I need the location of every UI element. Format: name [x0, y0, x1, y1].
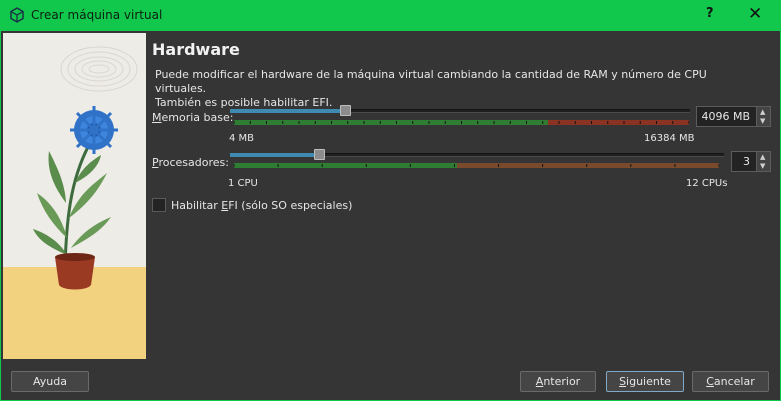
- processors-spin-arrows[interactable]: ▲ ▼: [756, 152, 770, 171]
- plant-illustration: [3, 33, 146, 359]
- page-description: Puede modificar el hardware de la máquin…: [155, 68, 735, 110]
- memory-min-label: 4 MB: [229, 133, 255, 144]
- processors-value[interactable]: 3: [743, 155, 750, 168]
- memory-value[interactable]: 4096 MB: [701, 110, 750, 123]
- range-segment: [547, 120, 689, 125]
- virtualbox-icon: [10, 7, 24, 23]
- back-button[interactable]: Anterior: [520, 371, 596, 392]
- cancel-button[interactable]: Cancelar: [692, 371, 769, 392]
- memory-slider-handle[interactable]: [340, 105, 351, 116]
- processors-spinbox[interactable]: 3 ▲ ▼: [731, 151, 771, 172]
- processors-range-bar: [234, 163, 719, 168]
- memory-spin-arrows[interactable]: ▲ ▼: [756, 107, 770, 126]
- next-button[interactable]: Siguiente: [606, 371, 684, 392]
- description-line-2: También es posible habilitar EFI.: [155, 96, 333, 109]
- memory-max-label: 16384 MB: [644, 133, 695, 144]
- page-title: Hardware: [152, 40, 240, 59]
- range-segment: [457, 163, 719, 168]
- range-segment: [234, 120, 548, 125]
- memory-label: Memoria base:: [152, 111, 234, 124]
- processors-min-label: 1 CPU: [228, 178, 258, 189]
- title-bar: Crear máquina virtual ? ✕: [0, 0, 781, 31]
- efi-checkbox[interactable]: [152, 198, 166, 212]
- range-segment: [234, 163, 458, 168]
- processors-slider-handle[interactable]: [313, 149, 325, 160]
- processors-slider-fill: [230, 153, 319, 157]
- efi-label[interactable]: Habilitar EFI (sólo SO especiales): [171, 199, 352, 212]
- memory-range-bar: [234, 120, 689, 125]
- window-title: Crear máquina virtual: [31, 8, 163, 22]
- processors-max-label: 12 CPUs: [686, 178, 728, 189]
- description-line-1: Puede modificar el hardware de la máquin…: [155, 68, 707, 95]
- memory-slider-fill: [230, 109, 345, 113]
- help-button[interactable]: ?: [706, 6, 714, 21]
- memory-spinbox[interactable]: 4096 MB ▲ ▼: [696, 106, 771, 127]
- processors-label: Procesadores:: [152, 156, 229, 169]
- close-button[interactable]: ✕: [748, 4, 762, 24]
- help-text-button[interactable]: Ayuda: [11, 371, 89, 392]
